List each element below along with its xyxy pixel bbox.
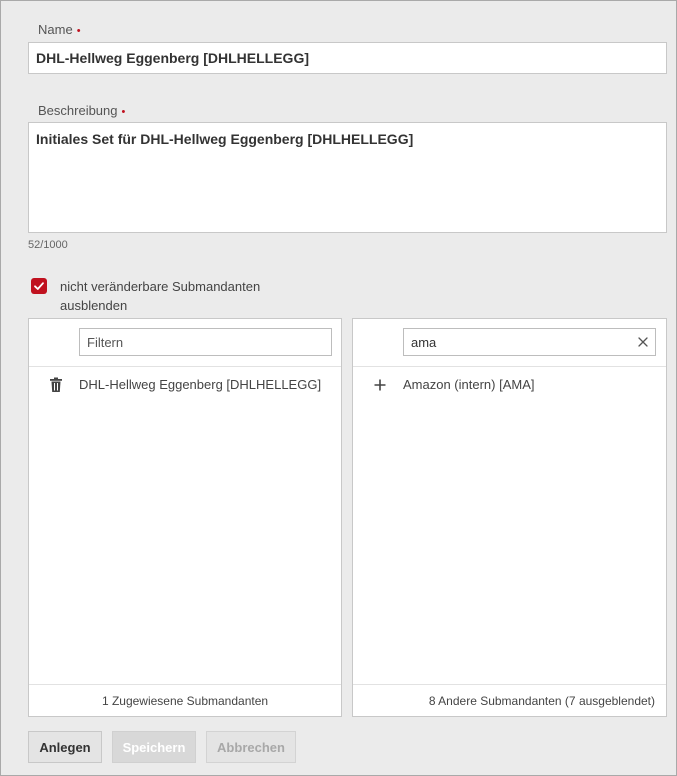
panel-header: [29, 319, 341, 367]
available-subclients-panel: Amazon (intern) [AMA] 8 Andere Submandan…: [352, 318, 667, 717]
assigned-count: 1 Zugewiesene Submandanten: [29, 684, 341, 716]
save-button[interactable]: Speichern: [112, 731, 196, 763]
hide-readonly-checkbox[interactable]: [31, 278, 47, 294]
char-counter: 52/1000: [28, 239, 68, 251]
description-label-text: Beschreibung: [38, 103, 118, 118]
list-item-label: Amazon (intern) [AMA]: [403, 377, 535, 392]
required-marker: •: [76, 25, 81, 37]
trash-icon[interactable]: [49, 377, 63, 393]
description-label: Beschreibung •: [38, 103, 125, 118]
panel-header: [353, 319, 666, 367]
create-button[interactable]: Anlegen: [28, 731, 102, 763]
form-dialog: Name• Beschreibung• Initiales Set für DH…: [0, 0, 677, 776]
available-filter-input[interactable]: [403, 328, 656, 356]
description-textarea[interactable]: Initiales Set für DHL-Hellweg Eggenberg …: [28, 122, 667, 233]
checkmark-icon: [34, 282, 44, 290]
available-count: 8 Andere Submandanten (7 ausgeblendet): [353, 684, 666, 716]
required-marker: •: [121, 106, 126, 118]
hide-readonly-label[interactable]: nicht veränderbare Submandanten ausblend…: [60, 277, 300, 315]
list-item: Amazon (intern) [AMA]: [353, 374, 666, 396]
name-label: Name •: [38, 22, 81, 37]
cancel-button[interactable]: Abbrechen: [206, 731, 296, 763]
plus-icon[interactable]: [373, 377, 387, 393]
name-label-text: Name: [38, 22, 73, 37]
list-item: DHL-Hellweg Eggenberg [DHLHELLEGG]: [29, 374, 341, 396]
clear-icon[interactable]: [636, 335, 650, 349]
assigned-subclients-panel: DHL-Hellweg Eggenberg [DHLHELLEGG] 1 Zug…: [28, 318, 342, 717]
list-item-label: DHL-Hellweg Eggenberg [DHLHELLEGG]: [79, 377, 322, 392]
assigned-filter-input[interactable]: [79, 328, 332, 356]
name-input[interactable]: [28, 42, 667, 74]
